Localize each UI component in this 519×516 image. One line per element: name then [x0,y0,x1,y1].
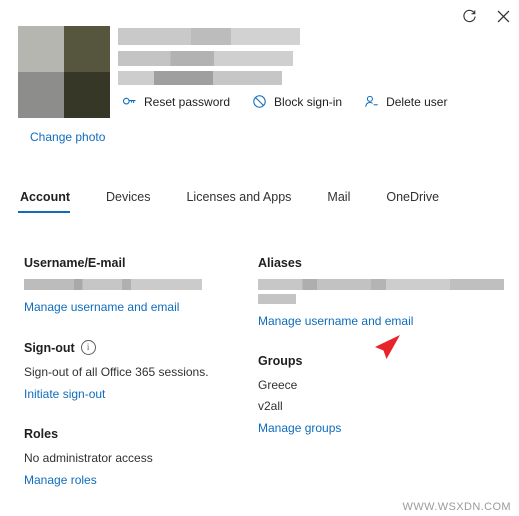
avatar [18,26,110,118]
roles-description: No administrator access [24,451,153,465]
alias-value-redacted-2 [258,294,296,304]
block-signin-label: Block sign-in [274,94,343,109]
user-identity-redacted [118,28,318,85]
info-icon[interactable]: i [80,340,96,355]
key-icon [122,94,137,109]
account-left-column: Username/E-mail Manage username and emai… [24,256,249,487]
manage-groups-link[interactable]: Manage groups [258,421,341,435]
manage-roles-link[interactable]: Manage roles [24,473,97,487]
user-header: Change photo Reset password Block sign-i… [18,26,509,144]
block-icon [252,94,267,109]
tab-account[interactable]: Account [18,186,86,213]
delete-user-button[interactable]: Delete user [364,94,447,109]
manage-username-and-email-link-aliases[interactable]: Manage username and email [258,314,413,328]
tab-onedrive[interactable]: OneDrive [384,186,455,213]
reset-password-label: Reset password [144,94,231,109]
command-bar: Reset password Block sign-in Delete user [122,94,447,109]
signout-description: Sign-out of all Office 365 sessions. [24,365,209,379]
reset-password-button[interactable]: Reset password [122,94,230,109]
delete-user-icon [364,94,379,109]
group-item-greece: Greece [258,378,298,392]
groups-section-title: Groups [258,354,303,368]
alias-value-redacted-1 [258,279,504,290]
tab-devices[interactable]: Devices [104,186,166,213]
tab-list: Account Devices Licenses and Apps Mail O… [18,186,473,213]
user-display-name-redacted [118,28,300,45]
aliases-section-title: Aliases [258,256,302,270]
roles-section-title: Roles [24,427,59,441]
manage-username-and-email-link[interactable]: Manage username and email [24,300,179,314]
group-item-v2all: v2all [258,399,283,413]
refresh-icon[interactable] [459,6,479,26]
block-signin-button[interactable]: Block sign-in [252,94,342,109]
window-controls [459,6,513,26]
change-photo-link[interactable]: Change photo [30,130,105,144]
user-details-panel: Change photo Reset password Block sign-i… [0,0,519,516]
delete-user-label: Delete user [386,94,448,109]
user-info-redacted [118,71,282,85]
signout-title-text: Sign-out [24,340,75,355]
account-right-column: Aliases Manage username and email Groups… [258,256,508,435]
tab-mail[interactable]: Mail [325,186,366,213]
close-icon[interactable] [493,6,513,26]
username-value-redacted [24,279,202,290]
tab-licenses-and-apps[interactable]: Licenses and Apps [184,186,307,213]
username-section-title: Username/E-mail [24,256,126,270]
watermark: WWW.WSXDN.COM [402,501,511,513]
user-email-redacted [118,51,293,66]
initiate-signout-link[interactable]: Initiate sign-out [24,387,105,401]
signout-section-title: Sign-out i [24,340,249,355]
